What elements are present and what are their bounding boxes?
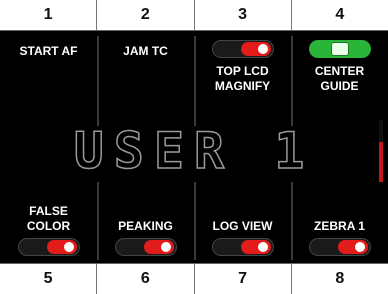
key-number-8: 8 (335, 270, 345, 287)
key-number-6: 6 (97, 264, 195, 294)
log-view-toggle[interactable] (211, 238, 274, 256)
user-key-4-label: CENTER GUIDE (314, 64, 365, 93)
bottom-key-number-bar: 5 6 7 8 (0, 263, 388, 294)
divider (97, 36, 99, 126)
false-color-toggle[interactable] (17, 238, 80, 256)
user-key-7[interactable]: LOG VIEW (194, 219, 291, 256)
user-key-2-label: JAM TC (123, 44, 168, 58)
top-key-number-bar: 1 2 3 4 (0, 0, 388, 31)
key-number-3: 3 (195, 0, 292, 30)
user-key-8[interactable]: ZEBRA 1 (291, 219, 388, 256)
toggle-knob-icon (330, 42, 349, 56)
user-key-1-label: START AF (19, 44, 78, 58)
user-key-5[interactable]: FALSE COLOR (0, 204, 97, 256)
key-number-1: 1 (0, 0, 98, 30)
center-guide-toggle[interactable] (308, 40, 371, 58)
user-key-1[interactable]: START AF (0, 44, 97, 59)
user-key-7-label: LOG VIEW (212, 219, 273, 233)
key-number-4: 4 (335, 6, 345, 23)
key-number-5: 5 (0, 264, 98, 294)
toggle-knob-icon (158, 240, 173, 254)
zebra-1-toggle[interactable] (308, 238, 371, 256)
key-number-2: 2 (97, 0, 195, 30)
page-title: USER 1 (73, 121, 315, 181)
top-lcd-magnify-toggle[interactable] (211, 40, 274, 58)
user-key-8-label: ZEBRA 1 (314, 219, 365, 233)
divider (291, 36, 293, 126)
user-key-6-label: PEAKING (118, 219, 173, 233)
peaking-toggle[interactable] (114, 238, 177, 256)
page-scrollbar[interactable] (379, 120, 383, 182)
toggle-knob-icon (61, 240, 76, 254)
key-number-7: 7 (195, 264, 292, 294)
user-key-4[interactable]: CENTER GUIDE (291, 40, 388, 94)
scrollbar-thumb[interactable] (379, 142, 383, 182)
divider (194, 36, 196, 126)
user-key-6[interactable]: PEAKING (97, 219, 194, 256)
user-key-3-label: TOP LCD MAGNIFY (214, 64, 271, 93)
user-key-5-label: FALSE COLOR (26, 204, 71, 233)
toggle-knob-icon (255, 42, 270, 56)
user-key-2[interactable]: JAM TC (97, 44, 194, 59)
toggle-knob-icon (255, 240, 270, 254)
user-key-3[interactable]: TOP LCD MAGNIFY (194, 40, 291, 94)
toggle-knob-icon (352, 240, 367, 254)
